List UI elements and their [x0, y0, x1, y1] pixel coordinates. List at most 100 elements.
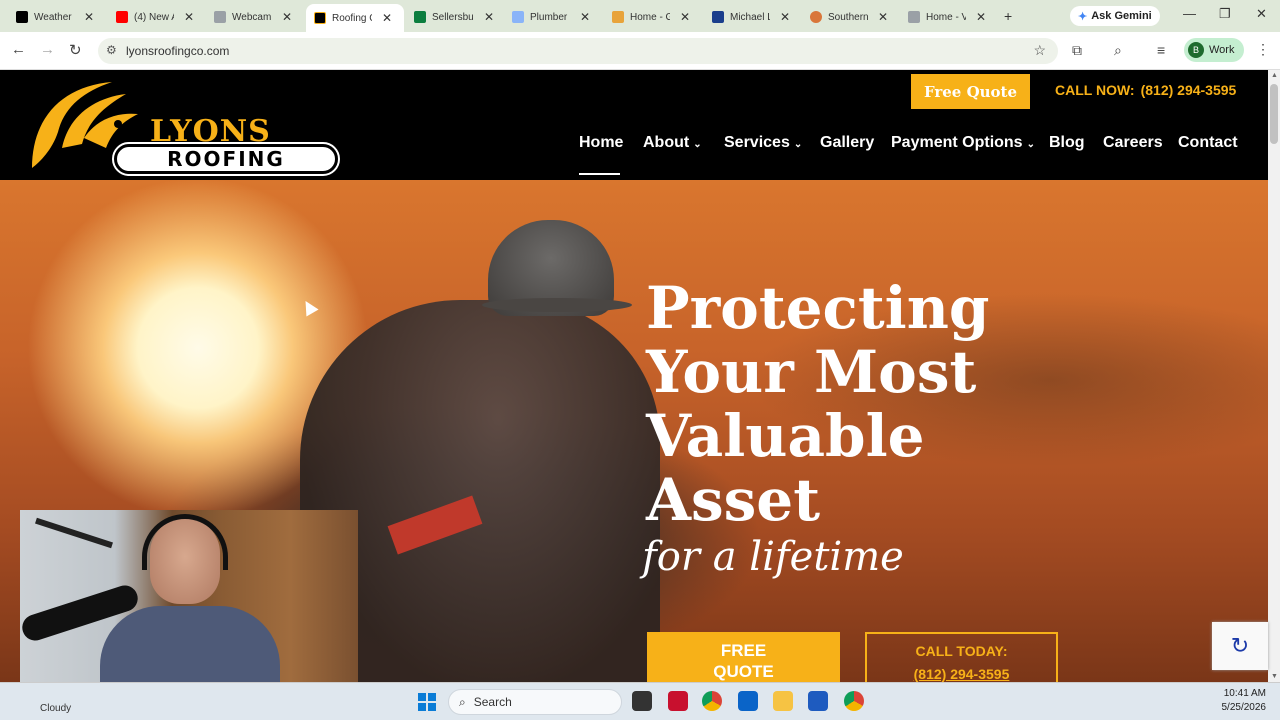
nav-label: Home	[579, 134, 624, 151]
gemini-sparkle-icon: ✦	[1078, 10, 1088, 23]
recaptcha-badge[interactable]: ↻	[1212, 622, 1268, 670]
tab-michael[interactable]: Michael L ✕	[704, 4, 790, 30]
tab-southern[interactable]: Southern ✕	[802, 4, 888, 30]
hero-call-today-button[interactable]: CALL TODAY: (812) 294-3595	[865, 632, 1058, 682]
nav-services[interactable]: Services ⌄	[724, 134, 802, 152]
chrome-icon[interactable]	[702, 691, 722, 711]
minimize-icon[interactable]: —	[1183, 6, 1196, 21]
back-arrow-icon[interactable]: ←	[11, 41, 26, 58]
nav-contact[interactable]: Contact	[1178, 134, 1238, 152]
tab-sellersburg[interactable]: Sellersbur ✕	[406, 4, 494, 30]
close-icon[interactable]: ✕	[382, 11, 392, 25]
url-text[interactable]: lyonsroofingco.com	[126, 44, 229, 58]
scroll-down-arrow-icon[interactable]: ▼	[1271, 673, 1278, 680]
nav-careers[interactable]: Careers	[1103, 134, 1163, 152]
indesign-icon[interactable]	[668, 691, 688, 711]
extensions-puzzle-icon[interactable]: ⧉	[1072, 42, 1082, 59]
windows-taskbar: Cloudy ⌕ Search 10:41 AM 5/25/2026	[0, 682, 1280, 720]
tab-title: Roofing C	[332, 12, 372, 24]
close-icon[interactable]: ✕	[878, 10, 888, 24]
tab-title: Weather	[34, 11, 72, 23]
tab-webcam[interactable]: Webcam ✕	[206, 4, 292, 30]
bookmark-star-icon[interactable]: ☆	[1033, 42, 1046, 59]
outlook-icon[interactable]	[738, 691, 758, 711]
nav-blog[interactable]: Blog	[1049, 134, 1085, 152]
lyons-roofing-logo[interactable]: LYONS ROOFING	[22, 78, 342, 176]
tab-plumber[interactable]: Plumber ✕	[504, 4, 590, 30]
restore-icon[interactable]: ❐	[1219, 6, 1231, 22]
close-icon[interactable]: ✕	[282, 10, 292, 24]
hero-free-quote-button[interactable]: FREE QUOTE	[647, 632, 840, 682]
nav-label: Careers	[1103, 134, 1163, 151]
profile-button[interactable]: B Work	[1184, 38, 1244, 62]
close-icon[interactable]: ✕	[84, 10, 94, 24]
task-view-icon[interactable]	[632, 691, 652, 711]
chevron-down-icon: ⌄	[1026, 139, 1035, 150]
chrome-menu-icon[interactable]: ⋮	[1256, 41, 1270, 58]
chevron-down-icon: ⌄	[793, 139, 803, 150]
site-header: LYONS ROOFING Free Quote CALL NOW: (812) …	[0, 70, 1268, 180]
forward-arrow-icon[interactable]: →	[40, 41, 55, 58]
address-bar[interactable]: ⚙ lyonsroofingco.com ☆	[98, 38, 1058, 64]
tab-title: (4) New A	[134, 11, 174, 23]
presenter	[100, 510, 280, 700]
hero-phone-link[interactable]: (812) 294-3595	[867, 663, 1056, 682]
page-scrollbar[interactable]: ▲ ▼	[1268, 70, 1280, 682]
chrome-profile-icon[interactable]	[844, 691, 864, 711]
hero-heading: Protecting Your Most Valuable Asset	[646, 276, 1066, 532]
call-now[interactable]: CALL NOW: (812) 294-3595	[1055, 82, 1236, 98]
tab-roofing[interactable]: Roofing C ✕	[306, 4, 404, 32]
media-controls-icon[interactable]: ≡	[1157, 42, 1165, 58]
tab-weather[interactable]: Weather ✕	[8, 4, 94, 30]
start-windows-icon[interactable]	[418, 693, 436, 711]
home-favicon-icon	[612, 11, 624, 23]
browser-toolbar: ← → ↻ ⚙ lyonsroofingco.com ☆ ⧉ ⌕ ≡ B Wor…	[0, 32, 1280, 70]
tab-home-g[interactable]: Home - G ✕	[604, 4, 690, 30]
hero-line: Protecting	[646, 274, 990, 342]
close-icon[interactable]: ✕	[976, 10, 986, 24]
hero-line: Asset	[646, 466, 820, 534]
call-now-phone[interactable]: (812) 294-3595	[1141, 82, 1237, 98]
search-placeholder: Search	[473, 695, 512, 709]
search-icon: ⌕	[459, 694, 466, 709]
close-icon[interactable]: ✕	[580, 10, 590, 24]
free-quote-button[interactable]: Free Quote	[911, 74, 1030, 109]
hero-line: Your Most	[646, 338, 977, 406]
window-close-icon[interactable]: ✕	[1256, 6, 1267, 22]
close-icon[interactable]: ✕	[680, 10, 690, 24]
tab-title: Sellersbur	[432, 11, 474, 23]
tab-home-v[interactable]: Home - V ✕	[900, 4, 986, 30]
site-settings-icon[interactable]: ⚙	[106, 43, 117, 57]
webcam-overlay	[20, 510, 358, 700]
nav-label: Gallery	[820, 134, 875, 151]
avatar: B	[1188, 42, 1204, 58]
nav-home[interactable]: Home	[579, 134, 623, 152]
close-icon[interactable]: ✕	[780, 10, 790, 24]
hard-hat-brim	[482, 298, 632, 312]
nav-label: Blog	[1049, 134, 1085, 151]
scroll-thumb[interactable]	[1270, 84, 1278, 144]
lens-search-icon[interactable]: ⌕	[1114, 42, 1122, 59]
new-tab-plus-icon[interactable]: +	[1004, 8, 1012, 24]
mouse-cursor-icon	[299, 297, 319, 317]
nav-about[interactable]: About ⌄	[643, 134, 702, 152]
nav-payment-options[interactable]: Payment Options ⌄	[891, 134, 1035, 152]
southern-favicon-icon	[810, 11, 822, 23]
word-icon[interactable]	[808, 691, 828, 711]
taskbar-search[interactable]: ⌕ Search	[448, 689, 622, 715]
hero-line: Valuable	[646, 402, 925, 470]
close-icon[interactable]: ✕	[484, 10, 494, 24]
ask-gemini-button[interactable]: ✦ Ask Gemini	[1070, 6, 1160, 26]
button-line: CALL TODAY:	[915, 643, 1008, 659]
weather-widget[interactable]: Cloudy	[40, 703, 71, 714]
tab-youtube[interactable]: (4) New A ✕	[108, 4, 194, 30]
system-clock[interactable]: 10:41 AM 5/25/2026	[1214, 687, 1267, 715]
close-icon[interactable]: ✕	[184, 10, 194, 24]
scroll-up-arrow-icon[interactable]: ▲	[1271, 72, 1278, 79]
reload-icon[interactable]: ↻	[69, 41, 82, 59]
tab-title: Michael L	[730, 11, 770, 23]
tab-title: Home - V	[926, 11, 966, 23]
clock-time: 10:41 AM	[1223, 688, 1266, 699]
file-explorer-icon[interactable]	[773, 691, 793, 711]
nav-gallery[interactable]: Gallery	[820, 134, 874, 152]
